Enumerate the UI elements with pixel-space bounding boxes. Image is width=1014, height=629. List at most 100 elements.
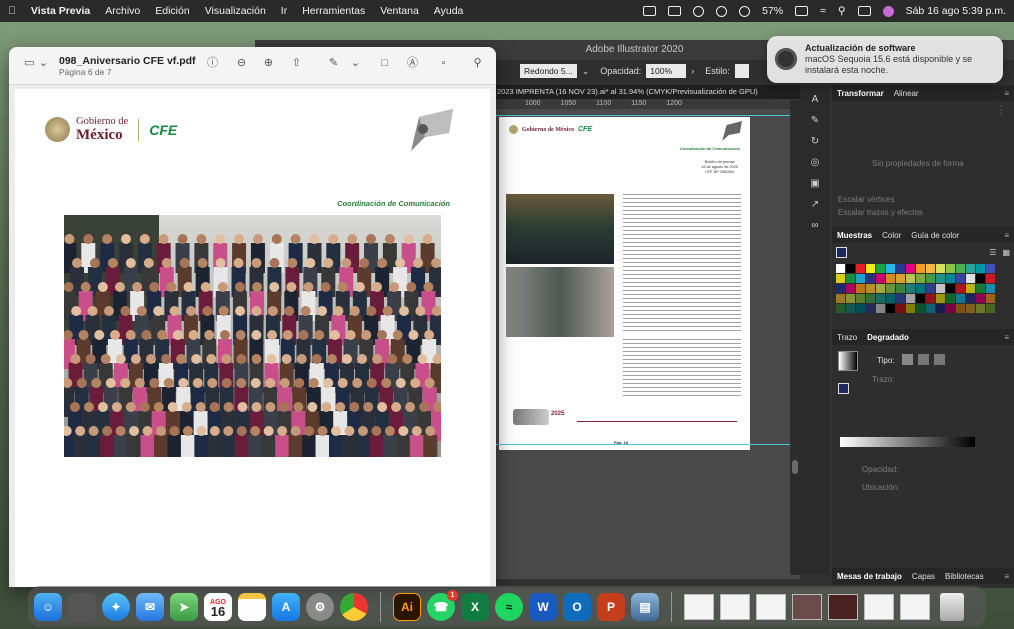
apple-icon[interactable]:  (8, 5, 16, 17)
color-swatch[interactable] (876, 274, 885, 283)
color-swatch[interactable] (896, 304, 905, 313)
recent-document-thumbnail[interactable] (756, 593, 786, 620)
play-icon[interactable] (716, 5, 728, 17)
color-swatch[interactable] (846, 284, 855, 293)
recent-document-thumbnail[interactable] (900, 593, 930, 620)
finder-icon[interactable]: ☺ (34, 592, 62, 621)
color-swatch[interactable] (946, 274, 955, 283)
outlook-icon[interactable]: O (563, 592, 591, 621)
tab-color[interactable]: Color (882, 231, 901, 240)
color-swatch[interactable] (956, 304, 965, 313)
menu-archivo[interactable]: Archivo (105, 5, 140, 17)
menu-ir[interactable]: Ir (281, 5, 287, 17)
color-swatch[interactable] (916, 294, 925, 303)
preview-icon[interactable]: ▤ (631, 592, 659, 621)
color-swatch[interactable] (986, 284, 995, 293)
recent-document-thumbnail[interactable] (864, 593, 894, 620)
export-icon[interactable]: ↗ (808, 199, 822, 211)
spotify-icon[interactable]: ≈ (495, 592, 523, 621)
siri-icon[interactable] (882, 5, 894, 17)
display-icon[interactable] (668, 6, 682, 16)
panel-menu-icon[interactable]: ≡ (1004, 333, 1009, 342)
color-swatch[interactable] (856, 274, 865, 283)
color-swatch[interactable] (956, 294, 965, 303)
color-swatch[interactable] (876, 284, 885, 293)
mail-icon[interactable]: ✉ (136, 592, 164, 621)
color-swatch[interactable] (896, 264, 905, 273)
chevron-down-icon[interactable]: ⌄ (349, 57, 362, 70)
color-swatch[interactable] (946, 304, 955, 313)
color-swatch[interactable] (916, 274, 925, 283)
recent-document-thumbnail[interactable] (684, 593, 714, 620)
color-swatch[interactable] (916, 284, 925, 293)
color-swatch[interactable] (906, 304, 915, 313)
color-swatch[interactable] (896, 294, 905, 303)
tab-mesas-trabajo[interactable]: Mesas de trabajo (837, 572, 902, 581)
color-swatch[interactable] (926, 274, 935, 283)
chevron-down-icon[interactable]: ⌄ (582, 66, 590, 77)
pdf-page[interactable]: Gobierno de México CFE Coordinación de C… (15, 89, 490, 587)
gradient-thumbnail[interactable] (838, 351, 858, 371)
menu-ayuda[interactable]: Ayuda (434, 5, 464, 17)
color-swatch[interactable] (846, 274, 855, 283)
maps-icon[interactable]: ➤ (170, 592, 198, 621)
system-settings-icon[interactable]: ⚙ (306, 592, 334, 621)
freeform-gradient-button[interactable] (934, 354, 945, 365)
excel-icon[interactable]: X (461, 592, 489, 621)
document-tab[interactable]: 2023 IMPRENTA (16 NOV 23).ai* al 31.94% … (495, 85, 800, 99)
linear-gradient-button[interactable] (902, 354, 913, 365)
swatch-grid[interactable] (832, 262, 1014, 315)
color-swatch[interactable] (966, 264, 975, 273)
word-icon[interactable]: W (529, 592, 557, 621)
menu-app-name[interactable]: Vista Previa (31, 5, 90, 17)
recent-photo-thumbnail[interactable] (828, 593, 858, 620)
color-swatch[interactable] (906, 284, 915, 293)
panel-menu-icon[interactable]: ≡ (1004, 572, 1009, 581)
shape-builder-icon[interactable]: ◎ (808, 157, 822, 169)
chevron-down-icon[interactable]: ⌄ (37, 57, 50, 70)
software-update-notification[interactable]: Actualización de software macOS Sequoia … (767, 36, 1003, 83)
color-swatch[interactable] (866, 274, 875, 283)
search-icon[interactable]: ⚲ (838, 5, 846, 17)
powerpoint-icon[interactable]: P (597, 592, 625, 621)
color-swatch[interactable] (936, 274, 945, 283)
color-swatch[interactable] (876, 264, 885, 273)
chrome-icon[interactable] (340, 592, 368, 621)
color-swatch[interactable] (956, 264, 965, 273)
color-swatch[interactable] (906, 274, 915, 283)
tab-transformar[interactable]: Transformar (837, 89, 884, 98)
color-swatch[interactable] (926, 264, 935, 273)
tab-muestras[interactable]: Muestras (837, 231, 872, 240)
color-swatch[interactable] (856, 284, 865, 293)
search-icon[interactable]: ⚲ (471, 57, 484, 70)
color-swatch[interactable] (856, 304, 865, 313)
color-swatch[interactable] (866, 294, 875, 303)
grid-view-icon[interactable]: ▦ (1002, 248, 1010, 257)
color-swatch[interactable] (846, 294, 855, 303)
color-swatch[interactable] (896, 274, 905, 283)
scale-strokes-checkbox[interactable]: Escalar trazos y efectos (832, 206, 1014, 219)
whatsapp-icon[interactable]: ☎ 1 (427, 589, 458, 621)
launchpad-icon[interactable] (68, 592, 96, 621)
style-swatch[interactable] (734, 64, 749, 78)
control-center-icon[interactable] (857, 6, 871, 16)
color-swatch[interactable] (926, 284, 935, 293)
share-icon[interactable]: ⇧ (290, 57, 303, 70)
rotate-icon[interactable]: □ (378, 57, 391, 70)
radial-gradient-button[interactable] (918, 354, 929, 365)
trash-icon[interactable] (940, 592, 964, 621)
color-swatch[interactable] (886, 264, 895, 273)
color-swatch[interactable] (836, 274, 845, 283)
color-swatch[interactable] (946, 284, 955, 293)
menu-ventana[interactable]: Ventana (380, 5, 419, 17)
color-swatch[interactable] (886, 284, 895, 293)
color-swatch[interactable] (916, 264, 925, 273)
info-icon[interactable]: ⓘ (206, 57, 219, 70)
type-tool-icon[interactable]: A (808, 94, 822, 106)
fill-swatch[interactable] (836, 247, 847, 258)
scale-corners-checkbox[interactable]: Escalar vértices (832, 193, 1014, 206)
scroll-thumb[interactable] (792, 460, 798, 474)
zoom-out-icon[interactable]: ⊖ (235, 57, 248, 70)
wifi-icon[interactable]: ≈ (820, 5, 826, 17)
color-swatch[interactable] (876, 304, 885, 313)
